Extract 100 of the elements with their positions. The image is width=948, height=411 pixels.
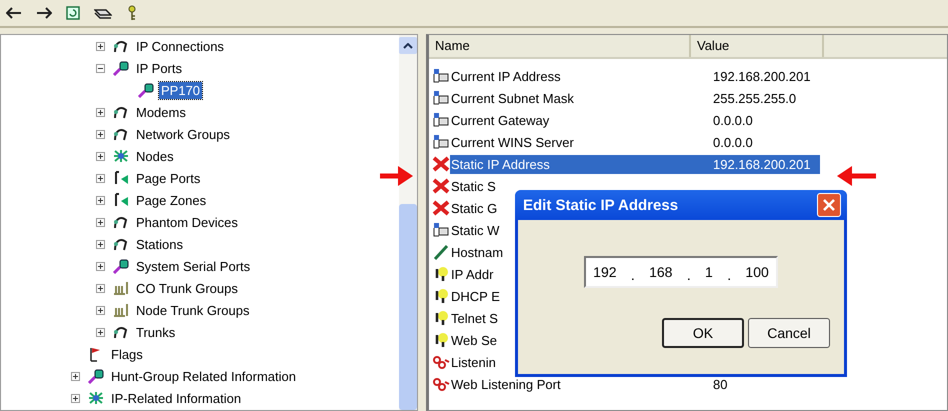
property-value: 255.255.255.0 (713, 90, 796, 106)
close-icon (822, 198, 836, 212)
stack-icon[interactable] (94, 7, 112, 19)
expand-toggle[interactable] (96, 130, 105, 138)
network-computer-icon (432, 112, 450, 128)
property-value: 192.168.200.201 (713, 68, 811, 84)
property-name: Static W (450, 222, 500, 238)
property-name: Hostnam (450, 244, 504, 260)
list-row[interactable]: Current Subnet Mask 255.255.255.0 (450, 88, 820, 108)
close-button[interactable] (817, 193, 841, 217)
expand-toggle[interactable] (96, 262, 105, 270)
tree-item[interactable]: Node Trunk Groups (134, 302, 252, 318)
dialog-title: Edit Static IP Address (523, 196, 678, 214)
scroll-up-button[interactable] (399, 37, 417, 54)
expand-toggle[interactable] (71, 394, 80, 402)
key-icon[interactable] (126, 5, 138, 21)
plug-icon (112, 60, 130, 76)
network-computer-icon (432, 68, 450, 84)
plug-icon (87, 368, 105, 384)
expand-toggle[interactable] (96, 152, 105, 160)
pen-icon (432, 244, 450, 260)
scroll-thumb[interactable] (399, 204, 417, 410)
tree-item[interactable]: IP-Related Information (109, 390, 244, 406)
refresh-icon[interactable] (66, 6, 80, 20)
ip-address-field[interactable]: 192 . 168 . 1 . 100 (584, 256, 778, 288)
tree-item[interactable]: Page Ports (134, 170, 202, 186)
plug-icon (112, 258, 130, 274)
tree-item[interactable]: Modems (134, 104, 188, 120)
list-row[interactable]: Current WINS Server 0.0.0.0 (450, 132, 820, 152)
plug-icon (137, 82, 155, 98)
tree-item[interactable]: Network Groups (134, 126, 232, 142)
network-computer-icon (432, 134, 450, 150)
property-name: Web Listening Port (450, 376, 561, 392)
property-value: 0.0.0.0 (713, 134, 753, 150)
tree-item[interactable]: Stations (134, 236, 185, 252)
forward-arrow-icon[interactable] (36, 7, 52, 19)
tree-item[interactable]: IP Ports (134, 60, 184, 76)
expand-toggle[interactable] (96, 328, 105, 336)
tree-item[interactable]: Nodes (134, 148, 176, 164)
expand-toggle[interactable] (96, 196, 105, 204)
device-icon (112, 324, 130, 340)
tree-item[interactable]: Page Zones (134, 192, 208, 208)
tree-item[interactable]: Flags (109, 346, 145, 362)
cancel-button[interactable]: Cancel (748, 318, 830, 348)
tree-item[interactable]: System Serial Ports (134, 258, 252, 274)
property-name: Current WINS Server (450, 134, 574, 150)
list-row[interactable]: Web Listening Port 80 (450, 374, 820, 394)
back-arrow-icon[interactable] (6, 7, 22, 19)
device-icon (112, 236, 130, 252)
list-row[interactable]: Current Gateway 0.0.0.0 (450, 110, 820, 130)
column-header[interactable]: Value (691, 35, 824, 57)
scrollbar[interactable] (399, 35, 417, 410)
property-value: 80 (713, 376, 728, 392)
property-name: Listenin (450, 354, 496, 370)
listener-icon (432, 354, 450, 370)
bars-icon (112, 302, 130, 318)
tree-item[interactable]: PP170 (159, 82, 202, 98)
property-value: 192.168.200.201 (713, 156, 811, 172)
expand-toggle[interactable] (96, 174, 105, 182)
tree-item[interactable]: CO Trunk Groups (134, 280, 240, 296)
device-icon (112, 38, 130, 54)
list-row[interactable]: Current IP Address 192.168.200.201 (450, 66, 820, 86)
property-name: Current Subnet Mask (450, 90, 574, 106)
property-name: Static S (450, 178, 496, 194)
bars-icon (112, 280, 130, 296)
speaker-icon (112, 192, 130, 208)
device-icon (112, 214, 130, 230)
speaker-icon (112, 170, 130, 186)
ok-button[interactable]: OK (662, 318, 744, 348)
expand-toggle[interactable] (71, 372, 80, 380)
network-computer-icon (432, 90, 450, 106)
tree-item[interactable]: Phantom Devices (134, 214, 240, 230)
star-node-icon (112, 148, 130, 164)
property-name: Current Gateway (450, 112, 550, 128)
list-row[interactable]: Static IP Address 192.168.200.201 (450, 154, 820, 174)
collapse-toggle[interactable] (96, 64, 105, 72)
pointer-arrow (380, 165, 414, 187)
network-computer-icon (432, 222, 450, 238)
star-node-icon (87, 390, 105, 406)
column-header[interactable]: Name (429, 35, 691, 57)
expand-toggle[interactable] (96, 284, 105, 292)
property-name: Telnet S (450, 310, 498, 326)
property-name: DHCP E (450, 288, 500, 304)
expand-toggle[interactable] (96, 108, 105, 116)
device-icon (112, 104, 130, 120)
tree-item[interactable]: IP Connections (134, 38, 226, 54)
listener-icon (432, 376, 450, 392)
expand-toggle[interactable] (96, 218, 105, 226)
tree-item[interactable]: Hunt-Group Related Information (109, 368, 298, 384)
expand-toggle[interactable] (96, 240, 105, 248)
expand-toggle[interactable] (96, 306, 105, 314)
property-name: Current IP Address (450, 68, 561, 84)
pointer-arrow (836, 165, 876, 187)
property-value: 0.0.0.0 (713, 112, 753, 128)
cross-icon (432, 200, 450, 216)
cross-icon (432, 178, 450, 194)
cross-icon (432, 156, 450, 172)
property-name: Static IP Address (450, 156, 550, 172)
tree-item[interactable]: Trunks (134, 324, 178, 340)
expand-toggle[interactable] (96, 42, 105, 50)
